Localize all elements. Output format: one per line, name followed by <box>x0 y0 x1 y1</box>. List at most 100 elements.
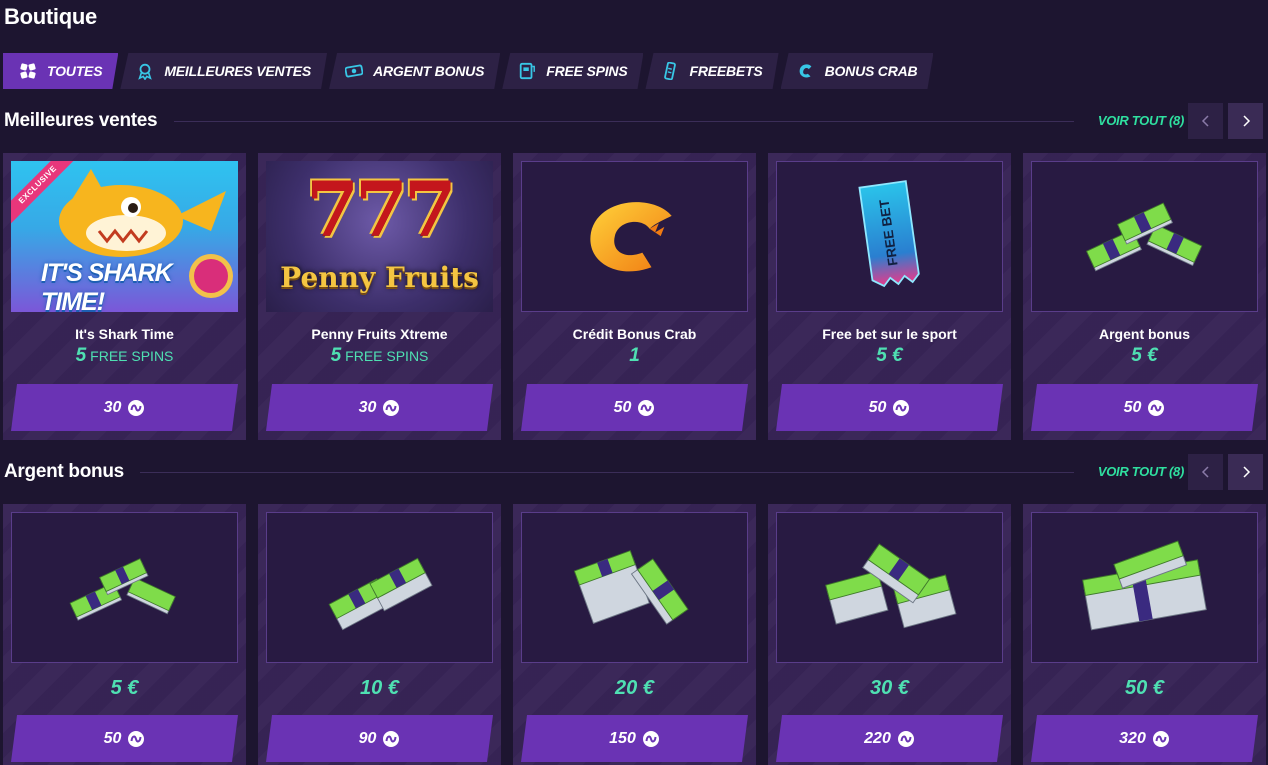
buy-button[interactable]: 50 <box>776 384 1003 431</box>
coin-icon <box>127 399 145 417</box>
carousel-next-button[interactable] <box>1228 454 1263 490</box>
chevron-right-icon <box>1242 466 1250 478</box>
value-unit: FREE SPINS <box>90 348 174 364</box>
section-divider <box>140 472 1074 473</box>
tab-argent-bonus[interactable]: ARGENT BONUS <box>329 53 500 89</box>
product-card[interactable]: 10 € 90 <box>258 504 501 765</box>
money-stacks-illustration <box>1081 540 1207 630</box>
buy-button[interactable]: 220 <box>776 715 1003 762</box>
price-label: 90 <box>358 729 377 747</box>
tab-label: ARGENT BONUS <box>373 63 485 79</box>
buy-button[interactable]: 50 <box>521 384 748 431</box>
product-card[interactable]: Crédit Bonus Crab 1 50 <box>513 153 756 440</box>
tab-toutes[interactable]: TOUTES <box>3 53 118 89</box>
coin-icon <box>1147 399 1165 417</box>
coin-icon <box>382 399 400 417</box>
money-stacks-image <box>1031 161 1258 312</box>
buy-button[interactable]: 320 <box>1031 715 1258 762</box>
bonus-money-row: 5 € 50 10 € 90 20 € 150 30 € 220 50 € 32… <box>3 504 1266 765</box>
tab-label: FREEBETS <box>689 63 763 79</box>
tab-label: BONUS CRAB <box>824 63 918 79</box>
product-value: 1 <box>513 345 756 367</box>
product-value: 5 FREE SPINS <box>3 345 246 367</box>
tab-freebets[interactable]: FREEBETS <box>645 53 778 89</box>
tab-label: FREE SPINS <box>546 63 628 79</box>
product-value: 50 € <box>1125 677 1164 699</box>
ticket-icon <box>661 62 679 80</box>
category-tabs: TOUTES MEILLEURES VENTES ARGENT BONUS FR… <box>3 53 933 89</box>
money-stacks-illustration <box>573 549 689 625</box>
award-icon <box>136 62 154 80</box>
tab-label: TOUTES <box>47 63 103 79</box>
money-stacks-illustration <box>328 557 433 630</box>
penny-fruits-game-image: 777 Penny Fruits <box>266 161 493 312</box>
product-card[interactable]: FREE BET Free bet sur le sport 5 € 50 <box>768 153 1011 440</box>
price-label: 50 <box>868 398 887 416</box>
game-logo-text: Penny Fruits <box>280 261 479 294</box>
coin-icon <box>382 730 400 748</box>
carousel-next-button[interactable] <box>1228 103 1263 139</box>
section-header-bonus: Argent bonus VOIR TOUT (8) <box>4 454 1264 490</box>
product-card[interactable]: Argent bonus 5 € 50 <box>1023 153 1266 440</box>
price-label: 50 <box>103 729 122 747</box>
buy-button[interactable]: 50 <box>1031 384 1258 431</box>
money-stacks-image <box>1031 512 1258 663</box>
carousel-prev-button[interactable] <box>1188 103 1223 139</box>
value-amount: 5 € <box>876 345 903 366</box>
money-stacks-image <box>11 512 238 663</box>
sevens-art: 777 <box>306 165 457 254</box>
product-card[interactable]: 50 € 320 <box>1023 504 1266 765</box>
free-bet-ticket-illustration: FREE BET <box>857 179 920 287</box>
product-name: Penny Fruits Xtreme <box>311 326 448 342</box>
price-label: 220 <box>864 729 891 747</box>
price-label: 50 <box>1123 398 1142 416</box>
product-name: Crédit Bonus Crab <box>572 326 697 342</box>
its-shark-time-game-image: EXCLUSIVE IT'S SHARK TIME! <box>11 161 238 312</box>
see-all-link[interactable]: VOIR TOUT (8) <box>1098 103 1184 139</box>
chevron-left-icon <box>1201 466 1209 478</box>
section-title: Argent bonus <box>4 461 124 482</box>
dice-icon <box>19 62 37 80</box>
chevron-right-icon <box>1242 115 1250 127</box>
tab-free-spins[interactable]: FREE SPINS <box>502 53 643 89</box>
page-title: Boutique <box>4 4 97 29</box>
money-stacks-image <box>521 512 748 663</box>
product-card[interactable]: 5 € 50 <box>3 504 246 765</box>
product-value: 5 € <box>110 677 139 699</box>
product-value: 20 € <box>615 677 654 699</box>
crab-claw-image <box>521 161 748 312</box>
money-stacks-illustration <box>824 542 956 628</box>
product-value: 30 € <box>870 677 909 699</box>
slot-machine-icon <box>518 62 536 80</box>
value-amount: 5 <box>330 345 342 366</box>
cash-icon <box>345 62 363 80</box>
value-amount: 5 <box>75 345 87 366</box>
best-sellers-row: EXCLUSIVE IT'S SHARK TIME! It's Shark Ti… <box>3 153 1266 440</box>
product-value: 10 € <box>360 677 399 699</box>
product-card[interactable]: 777 Penny Fruits Penny Fruits Xtreme 5 FR… <box>258 153 501 440</box>
free-bet-ticket-image: FREE BET <box>776 161 1003 312</box>
product-value: 5 € <box>768 345 1011 367</box>
value-amount: 1 <box>629 345 640 366</box>
see-all-link[interactable]: VOIR TOUT (8) <box>1098 454 1184 490</box>
buy-button[interactable]: 30 <box>266 384 493 431</box>
price-label: 50 <box>613 398 632 416</box>
buy-button[interactable]: 150 <box>521 715 748 762</box>
product-card[interactable]: EXCLUSIVE IT'S SHARK TIME! It's Shark Ti… <box>3 153 246 440</box>
value-unit: FREE SPINS <box>345 348 429 364</box>
coin-icon <box>897 730 915 748</box>
tab-bonus-crab[interactable]: BONUS CRAB <box>781 53 934 89</box>
product-card[interactable]: 20 € 150 <box>513 504 756 765</box>
crab-claw-icon <box>797 62 815 80</box>
buy-button[interactable]: 90 <box>266 715 493 762</box>
buy-button[interactable]: 50 <box>11 715 238 762</box>
section-divider <box>174 121 1074 122</box>
money-stacks-illustration <box>69 557 176 621</box>
product-card[interactable]: 30 € 220 <box>768 504 1011 765</box>
value-amount: 5 € <box>1131 345 1158 366</box>
buy-button[interactable]: 30 <box>11 384 238 431</box>
coin-icon <box>127 730 145 748</box>
price-label: 150 <box>609 729 636 747</box>
carousel-prev-button[interactable] <box>1188 454 1223 490</box>
tab-meilleures-ventes[interactable]: MEILLEURES VENTES <box>120 53 327 89</box>
